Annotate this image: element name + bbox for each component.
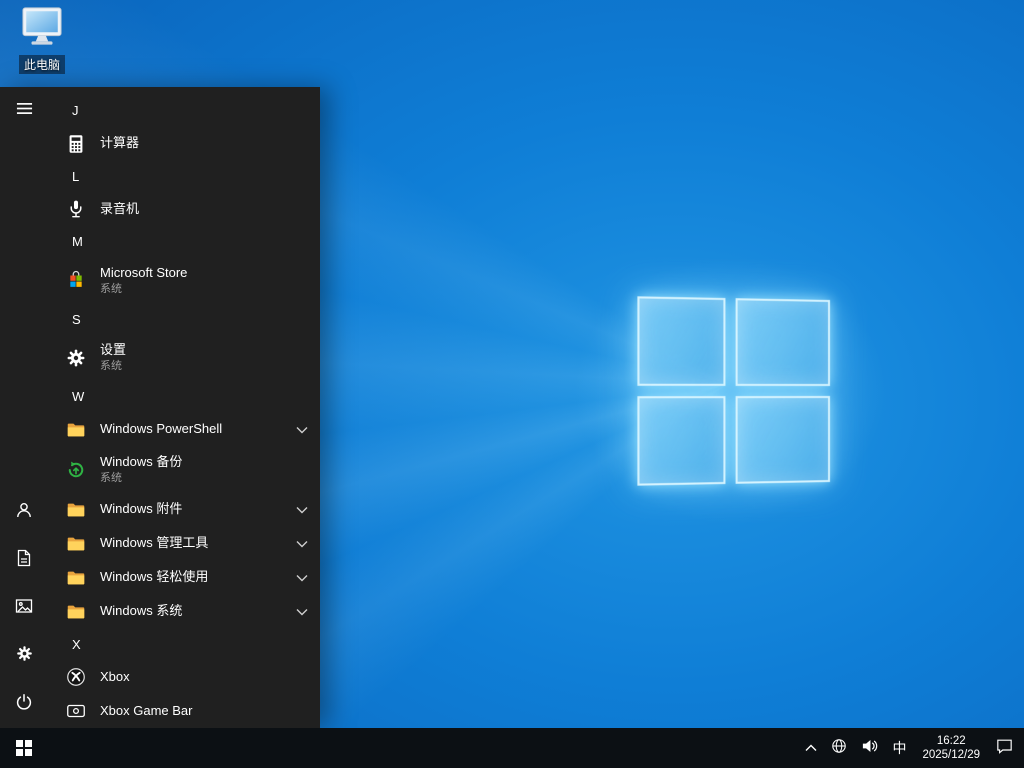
- app-item-label: Windows 轻松使用: [100, 570, 209, 585]
- app-item-label: Windows 管理工具: [100, 536, 209, 551]
- network-globe-icon: [831, 738, 847, 759]
- start-menu-app-list: J 计算器 L 录音机 M Microsoft Store 系统 S 设置 系统…: [48, 87, 320, 728]
- settings-button[interactable]: [0, 632, 48, 680]
- document-icon: [15, 549, 33, 572]
- pictures-icon: [15, 597, 33, 620]
- speaker-icon: [861, 738, 878, 759]
- chevron-down-icon[interactable]: [296, 540, 308, 548]
- clock-date: 2025/12/29: [922, 749, 980, 761]
- app-item-label: Xbox Game Bar: [100, 703, 193, 718]
- documents-button[interactable]: [0, 536, 48, 584]
- calculator-icon: [64, 132, 88, 156]
- tray-volume-button[interactable]: [854, 728, 885, 768]
- pictures-button[interactable]: [0, 584, 48, 632]
- xbox-icon: [64, 665, 88, 689]
- app-item-voice-recorder[interactable]: 录音机: [48, 192, 320, 226]
- folder-icon: [64, 600, 88, 624]
- app-item-sublabel: 系统: [100, 282, 122, 295]
- notification-icon: [996, 738, 1013, 759]
- ime-indicator[interactable]: 中: [885, 728, 913, 768]
- app-item-settings[interactable]: 设置 系统: [48, 335, 320, 381]
- app-item-label: 计算器: [100, 136, 140, 151]
- chevron-down-icon[interactable]: [296, 506, 308, 514]
- section-letter-l[interactable]: L: [48, 161, 320, 193]
- taskbar: 中 16:22 2025/12/29: [0, 728, 1024, 768]
- section-letter-w[interactable]: W: [48, 381, 320, 413]
- tray-show-hidden-icons-button[interactable]: [798, 728, 824, 768]
- app-item-calculator[interactable]: 计算器: [48, 127, 320, 161]
- store-icon: [64, 269, 88, 293]
- chevron-down-icon[interactable]: [296, 426, 308, 434]
- app-item-xbox[interactable]: Xbox: [48, 660, 320, 694]
- chevron-up-icon: [805, 739, 817, 757]
- power-icon: [15, 693, 33, 716]
- clock-time: 16:22: [936, 735, 966, 747]
- app-item-label: Xbox: [100, 669, 130, 684]
- folder-icon: [64, 418, 88, 442]
- windows-logo-icon: [16, 740, 32, 756]
- action-center-button[interactable]: [989, 728, 1020, 768]
- app-item-microsoft-store[interactable]: Microsoft Store 系统: [48, 258, 320, 304]
- windows-logo-pane: [637, 296, 726, 386]
- chevron-down-icon[interactable]: [296, 574, 308, 582]
- gear-icon: [64, 346, 88, 370]
- app-item-sublabel: 系统: [100, 360, 122, 373]
- section-letter-x[interactable]: X: [48, 629, 320, 661]
- app-item-label: 录音机: [100, 201, 140, 216]
- app-item-windows-ease-of-access[interactable]: Windows 轻松使用: [48, 561, 320, 595]
- folder-icon: [64, 566, 88, 590]
- windows-logo-pane: [637, 396, 726, 486]
- power-button[interactable]: [0, 680, 48, 728]
- user-icon: [15, 501, 33, 524]
- section-letter-m[interactable]: M: [48, 226, 320, 258]
- app-item-label: Microsoft Store: [100, 265, 188, 280]
- folder-icon: [64, 498, 88, 522]
- backup-icon: [64, 458, 88, 482]
- taskbar-clock[interactable]: 16:22 2025/12/29: [913, 728, 989, 768]
- start-menu-rail: [0, 87, 48, 728]
- section-letter-j[interactable]: J: [48, 95, 320, 127]
- hamburger-icon: [16, 100, 33, 122]
- start-menu: J 计算器 L 录音机 M Microsoft Store 系统 S 设置 系统…: [0, 87, 320, 728]
- app-item-windows-admin-tools[interactable]: Windows 管理工具: [48, 527, 320, 561]
- windows-logo-pane: [735, 396, 830, 484]
- user-account-button[interactable]: [0, 488, 48, 536]
- app-item-sublabel: 系统: [100, 471, 122, 484]
- start-button[interactable]: [0, 728, 48, 768]
- windows-logo-pane: [735, 298, 830, 386]
- app-item-label: Windows 附件: [100, 502, 183, 517]
- system-tray: 中 16:22 2025/12/29: [798, 728, 1024, 768]
- chevron-down-icon[interactable]: [296, 608, 308, 616]
- app-item-windows-accessories[interactable]: Windows 附件: [48, 493, 320, 527]
- ime-label: 中: [892, 740, 907, 756]
- app-item-label: Windows PowerShell: [100, 422, 223, 437]
- windows-wallpaper-logo: [637, 296, 830, 486]
- app-item-windows-system[interactable]: Windows 系统: [48, 595, 320, 629]
- expand-menu-button[interactable]: [0, 87, 48, 135]
- app-item-label: Windows 备份: [100, 454, 183, 469]
- gear-icon: [15, 644, 34, 668]
- gamebar-icon: [64, 699, 88, 723]
- app-item-label: Windows 系统: [100, 604, 183, 619]
- microphone-icon: [64, 197, 88, 221]
- desktop-icon-label: 此电脑: [18, 55, 65, 74]
- app-item-windows-powershell[interactable]: Windows PowerShell: [48, 413, 320, 447]
- folder-icon: [64, 532, 88, 556]
- app-item-label: 设置: [100, 343, 127, 358]
- app-item-xbox-game-bar[interactable]: Xbox Game Bar: [48, 694, 320, 728]
- tray-network-button[interactable]: [824, 728, 854, 768]
- app-item-windows-backup[interactable]: Windows 备份 系统: [48, 447, 320, 493]
- this-pc-desktop-icon[interactable]: 此电脑: [8, 6, 76, 74]
- section-letter-s[interactable]: S: [48, 304, 320, 336]
- monitor-icon: [19, 6, 65, 53]
